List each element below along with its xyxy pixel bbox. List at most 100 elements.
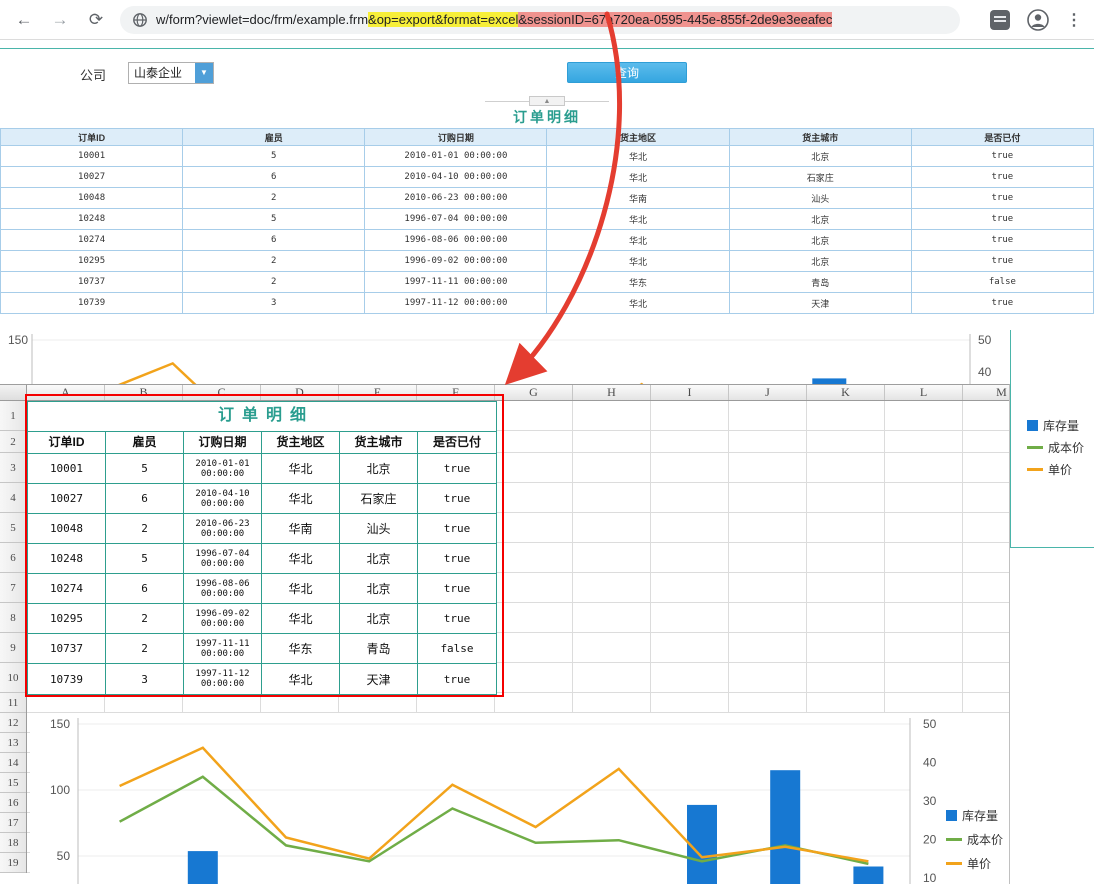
table-row: 10048 2 2010-06-23 00:00:00 华南 汕头 true (0, 187, 1094, 209)
xl-header-cell: 货主城市 (340, 432, 418, 453)
xl-cell: 10737 (28, 634, 106, 663)
page-top-border (0, 48, 1094, 49)
forward-icon[interactable]: → (48, 10, 72, 30)
refresh-icon[interactable]: ⟳ (84, 10, 108, 30)
xl-cell: true (443, 672, 471, 686)
collapse-handle[interactable]: ▲ (485, 96, 609, 106)
xl-header-cell: 雇员 (106, 432, 184, 453)
url-bar[interactable]: w/form?viewlet=doc/frm/example.frm&op=ex… (120, 5, 960, 34)
xl-table-row: 10048 2 2010-06-23 00:00:00 华南 汕头 true (28, 514, 496, 544)
report-cell: true (910, 292, 1094, 314)
svg-text:20: 20 (923, 833, 937, 847)
xl-row-header: 7 (0, 573, 26, 603)
xl-row-header: 11 (0, 693, 26, 713)
report-cell: 华北 (546, 292, 730, 314)
query-button[interactable]: 查询 (567, 62, 687, 83)
xl-cell: 1996-07-04 00:00:00 (184, 544, 262, 573)
report-cell: 10739 (0, 292, 184, 314)
xl-row-header: 13 (0, 733, 26, 753)
xl-column-header: F (417, 385, 495, 400)
xl-cell: 北京 (340, 544, 418, 573)
xl-table-header: 订单ID 雇员 订购日期 货主地区 货主城市 是否已付 (28, 432, 496, 454)
xl-table-row: 10027 6 2010-04-10 00:00:00 华北 石家庄 true (28, 484, 496, 514)
profile-icon[interactable] (1026, 8, 1050, 32)
report-table: 订单ID 雇员 订购日期 货主地区 货主城市 是否已付 10001 5 2010-01-01 … (0, 128, 1094, 314)
legend-item: 成本价 (1027, 436, 1094, 458)
report-cell: 1996-08-06 00:00:00 (364, 229, 548, 251)
xl-cell: 10001 (28, 454, 106, 483)
back-icon[interactable]: ← (12, 10, 36, 30)
xl-row-header: 16 (0, 793, 26, 813)
xl-cell: 10739 (28, 664, 106, 694)
report-cell: 汕头 (728, 187, 912, 209)
legend-item: 库存量 (1027, 414, 1094, 436)
xl-column-header: A (27, 385, 105, 400)
company-select[interactable]: 山泰企业 ▼ (128, 62, 214, 84)
chevron-down-icon[interactable]: ▼ (195, 63, 213, 83)
xl-row-header: 10 (0, 663, 26, 693)
report-cell: 2010-06-23 00:00:00 (364, 187, 548, 209)
xl-cell: 北京 (340, 574, 418, 603)
xl-cell: false (440, 642, 474, 655)
xl-table-body: 10001 5 2010-01-01 00:00:00 华北 北京 true 10027 6 20… (28, 454, 496, 694)
xl-cell: 华北 (262, 544, 340, 573)
report-cell: 石家庄 (728, 166, 912, 188)
xl-header-cell: 订购日期 (184, 432, 262, 453)
table-row: 10739 3 1997-11-12 00:00:00 华北 天津 true (0, 292, 1094, 314)
xl-cell: 10048 (28, 514, 106, 543)
xl-cell: true (443, 582, 471, 595)
xl-column-headers: ABCDEFGHIJKLM (0, 385, 1009, 401)
xl-cell: true (443, 462, 471, 475)
table-row: 10248 5 1996-07-04 00:00:00 华北 北京 true (0, 208, 1094, 230)
report-col-header: 是否已付 (910, 128, 1094, 146)
report-cell: true (910, 250, 1094, 272)
xl-row-header: 14 (0, 753, 26, 773)
xl-header-cell: 是否已付 (432, 435, 481, 449)
menu-icon[interactable]: ⋮ (1066, 10, 1082, 30)
report-cell: 北京 (728, 229, 912, 251)
xl-cell: true (443, 552, 471, 565)
xl-chart-canvas: 150 100 50 50 40 30 20 10 (50, 717, 937, 884)
browser-toolbar: ← → ⟳ w/form?viewlet=doc/frm/example.frm… (0, 0, 1094, 40)
xl-cell: 10027 (28, 484, 106, 513)
report-cell: true (910, 208, 1094, 230)
xl-header-cell: 货主地区 (262, 432, 340, 453)
legend-line-marker (946, 861, 962, 865)
report-cell: 2 (182, 271, 366, 293)
company-label: 公司 (80, 68, 107, 83)
xl-cell: 5 (106, 454, 184, 483)
legend-label: 库存量 (962, 808, 999, 823)
xl-cell: 1997-11-12 00:00:00 (184, 664, 262, 694)
legend-line-marker (1027, 467, 1043, 471)
xl-cell: 华北 (262, 604, 340, 633)
report-cell: 5 (182, 145, 366, 167)
xl-row-header: 1 (0, 401, 26, 431)
xl-header-cell: 订单ID (28, 432, 106, 453)
xl-cell: 北京 (340, 604, 418, 633)
svg-text:50: 50 (57, 849, 71, 863)
xl-cell: true (443, 612, 471, 625)
xl-row-header: 6 (0, 543, 26, 573)
report-cell: 2010-01-01 00:00:00 (364, 145, 548, 167)
report-cell: 6 (182, 166, 366, 188)
report-col-header: 雇员 (182, 128, 366, 146)
report-cell: 2 (182, 187, 366, 209)
globe-icon[interactable] (132, 12, 148, 28)
url-text: w/form?viewlet=doc/frm/example.frm&op=ex… (156, 12, 833, 27)
svg-text:30: 30 (923, 794, 937, 808)
report-cell: 天津 (728, 292, 912, 314)
svg-text:40: 40 (923, 756, 937, 770)
report-cell: 6 (182, 229, 366, 251)
xl-cell: 1996-08-06 00:00:00 (184, 574, 262, 603)
xl-column-header: G (495, 385, 573, 400)
report-cell: 华东 (546, 271, 730, 293)
extension-icon[interactable] (990, 9, 1010, 30)
xl-cell: 华北 (262, 484, 340, 513)
report-cell: 1996-07-04 00:00:00 (364, 208, 548, 230)
xl-cell: 汕头 (340, 514, 418, 543)
xl-column-header: M (963, 385, 1009, 400)
xl-cell: 华南 (262, 514, 340, 543)
xl-cell: 2010-06-23 00:00:00 (184, 514, 262, 543)
report-cell: 10295 (0, 250, 184, 272)
xl-cell: 1996-09-02 00:00:00 (184, 604, 262, 633)
